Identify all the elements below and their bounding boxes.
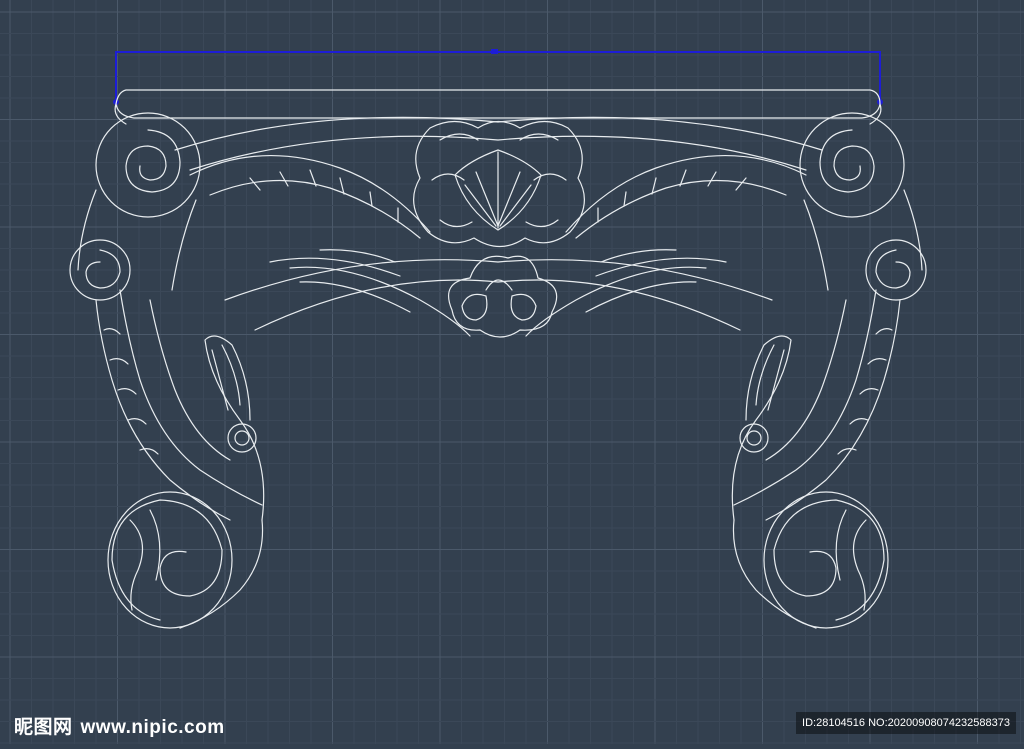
drawing-viewport (0, 0, 1024, 744)
watermark-left: 昵图网 www.nipic.com (14, 712, 225, 739)
watermark-brand: 昵图网 (14, 717, 73, 738)
selection-grip[interactable] (491, 49, 498, 54)
carved-table-drawing (69, 89, 927, 629)
cad-canvas[interactable] (0, 0, 1024, 744)
drawing-grid (0, 0, 1024, 744)
watermark-id: ID:28104516 NO:20200908074232588373 (796, 712, 1016, 734)
watermark-site: www.nipic.com (80, 717, 225, 738)
